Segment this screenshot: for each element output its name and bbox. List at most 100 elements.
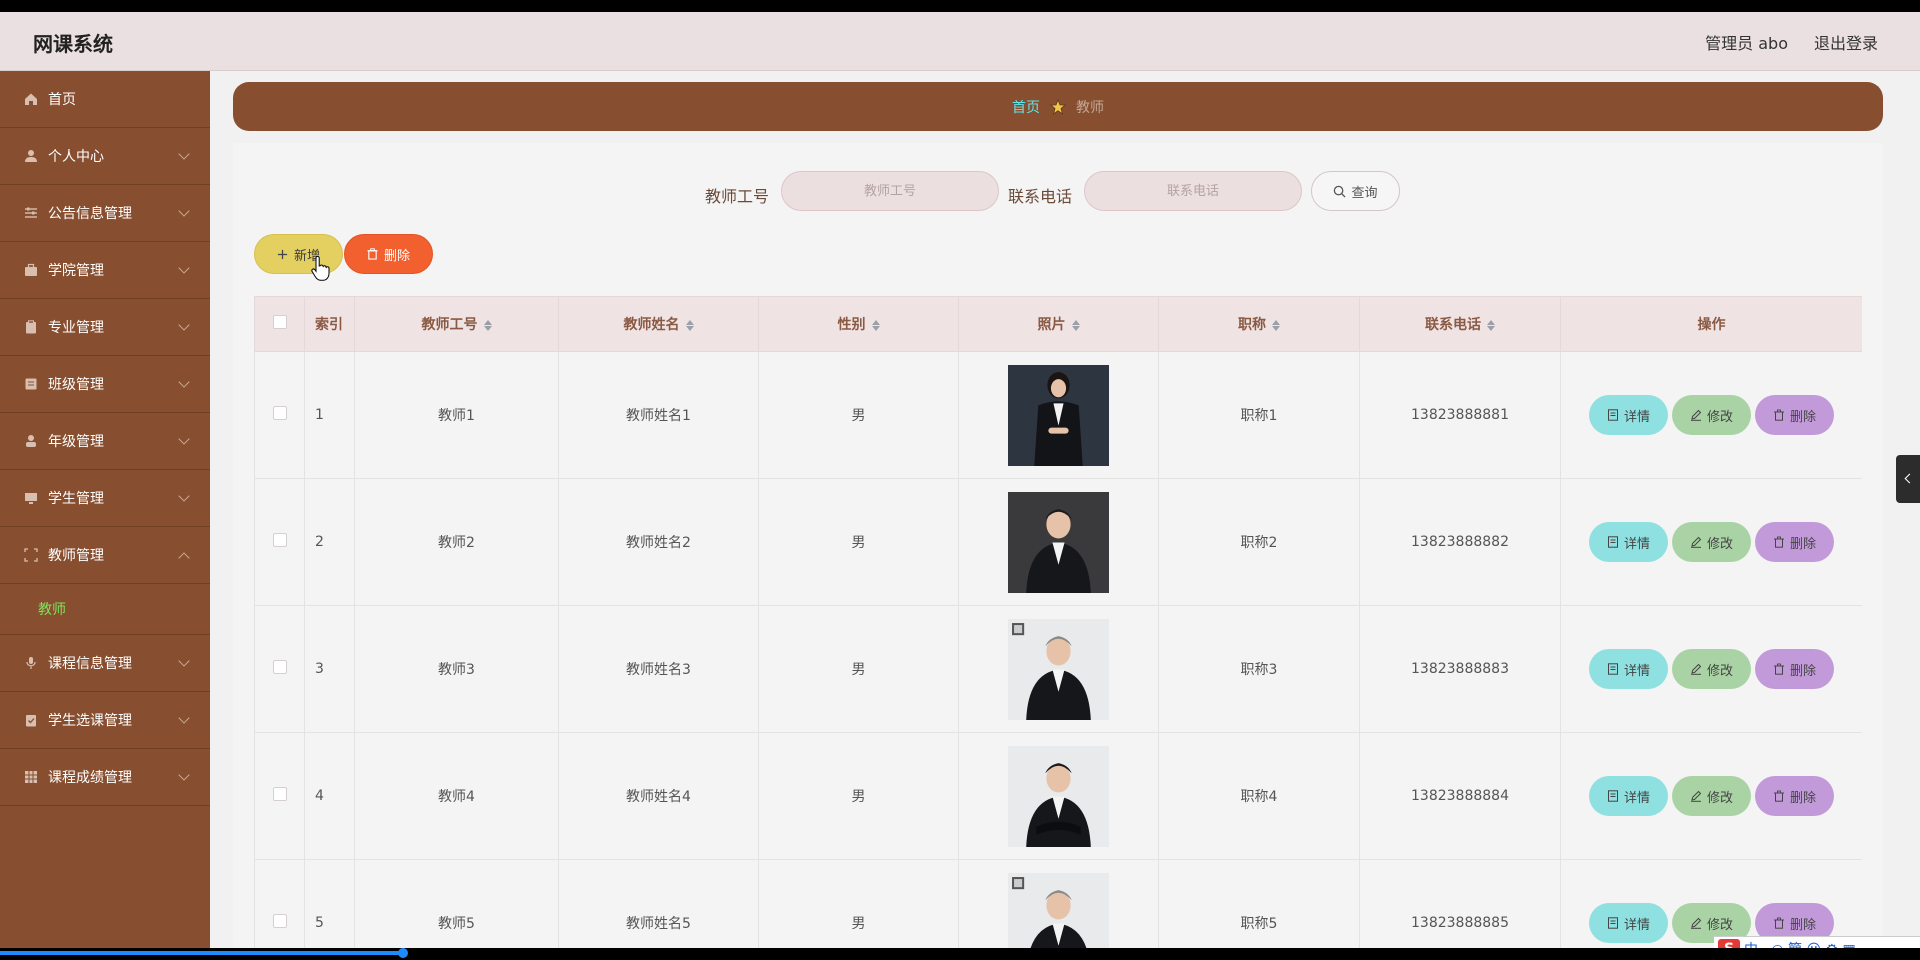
edit-button[interactable]: 修改 [1672,649,1751,689]
sidebar-item[interactable]: 年级管理 [0,413,210,470]
column-header: 操作 [1560,296,1862,352]
detail-button[interactable]: 详情 [1589,395,1668,435]
delete-button[interactable]: 删除 [1755,776,1834,816]
row-checkbox[interactable] [272,787,287,801]
sort-icon[interactable] [1071,319,1080,332]
cell-name: 教师姓名3 [558,605,759,733]
chevron-down-icon [178,319,190,331]
cell-teacher-id: 教师5 [354,859,559,948]
detail-button[interactable]: 详情 [1589,522,1668,562]
column-header[interactable]: 联系电话 [1359,296,1561,352]
chevron-down-icon [178,376,190,388]
briefcase-icon [24,263,38,277]
cell-title: 职称3 [1158,605,1360,733]
row-select-cell [254,605,305,733]
list-icon [24,377,38,391]
column-header: 索引 [304,296,355,352]
delete-button[interactable]: 删除 [1755,522,1834,562]
cell-gender: 男 [758,605,959,733]
teacher-id-input[interactable] [781,171,999,211]
user-icon [24,149,38,163]
sidebar-item[interactable]: 班级管理 [0,356,210,413]
teacher-id-label: 教师工号 [705,187,770,206]
edit-button[interactable]: 修改 [1672,776,1751,816]
clipboard-icon [24,320,38,334]
sidebar-item[interactable]: 学生管理 [0,470,210,527]
cell-phone: 13823888882 [1359,478,1561,606]
sidebar-item[interactable]: 学院管理 [0,242,210,299]
trash-icon [1773,536,1784,548]
delete-label: 删除 [1789,790,1816,806]
app-screen: 网课系统 管理员 abo 退出登录 首页个人中心 公告信息管理 学院管理 专业管理 班级… [0,12,1920,948]
phone-input[interactable] [1084,171,1302,211]
sidebar-item[interactable]: 首页 [0,71,210,128]
detail-button[interactable]: 详情 [1589,776,1668,816]
detail-button[interactable]: 详情 [1589,649,1668,689]
cell-title: 职称1 [1158,351,1360,479]
column-header[interactable]: 性别 [758,296,959,352]
row-checkbox[interactable] [272,660,287,674]
table-header-row: 索引 教师工号 教师姓名 性别 照片 职称 联系电话 操作 [254,296,1862,352]
video-progress-knob[interactable] [398,948,409,958]
column-header[interactable]: 职称 [1158,296,1360,352]
column-header[interactable]: 教师姓名 [558,296,759,352]
document-icon [1607,663,1618,675]
table-row: 1 教师1 教师姓名1 男 职称1 13823888881 详情 修改 删除 [254,351,1862,479]
plus-icon [277,249,288,259]
cell-title: 职称4 [1158,732,1360,860]
batch-delete-label: 删除 [383,248,410,264]
collapse-drawer-tab[interactable] [1896,455,1920,503]
sidebar-item-label: 首页 [48,92,76,108]
column-index-label: 索引 [315,317,343,333]
document-icon [1607,409,1618,421]
table-row: 5 教师5 教师姓名5 男 职称5 13823888885 详情 修改 删除 [254,859,1862,948]
detail-label: 详情 [1623,790,1650,806]
breadcrumb-home[interactable]: 首页 [1012,97,1040,117]
column-header[interactable]: 教师工号 [354,296,559,352]
search-button[interactable]: 查询 [1311,171,1400,211]
cell-title: 职称2 [1158,478,1360,606]
sidebar-subitem[interactable]: 教师 [0,584,210,635]
sort-icon[interactable] [483,319,492,332]
top-header: 网课系统 管理员 abo 退出登录 [0,12,1920,71]
edit-icon [1690,663,1702,675]
row-checkbox[interactable] [272,406,287,420]
sort-icon[interactable] [685,319,694,332]
admin-user-label: 管理员 abo [1705,34,1788,53]
sidebar-item-label: 教师管理 [48,548,104,564]
sidebar-item[interactable]: 课程信息管理 [0,635,210,692]
edit-button[interactable]: 修改 [1672,395,1751,435]
sort-icon[interactable] [1272,319,1280,332]
phone-label: 联系电话 [1008,187,1073,206]
document-icon [1607,790,1618,802]
detail-label: 详情 [1623,409,1650,425]
sidebar-item-label: 年级管理 [48,434,104,450]
chevron-down-icon [178,490,190,502]
sort-icon[interactable] [871,319,880,332]
column-header[interactable]: 照片 [958,296,1159,352]
sidebar-item[interactable]: 学生选课管理 [0,692,210,749]
logout-link[interactable]: 退出登录 [1814,30,1878,54]
detail-button[interactable]: 详情 [1589,903,1668,943]
video-progress-bar[interactable] [0,948,1920,960]
cell-photo [958,732,1159,860]
row-checkbox[interactable] [272,914,287,928]
row-select-cell [254,351,305,479]
trash-icon [1773,663,1784,675]
sidebar-item[interactable]: 个人中心 [0,128,210,185]
select-all-checkbox[interactable] [272,315,287,329]
sidebar-item[interactable]: 专业管理 [0,299,210,356]
sidebar-item[interactable]: 课程成绩管理 [0,749,210,806]
search-icon [1334,185,1347,198]
monitor-icon [24,491,38,505]
search-button-label: 查询 [1351,185,1378,201]
sidebar-item[interactable]: 公告信息管理 [0,185,210,242]
sort-icon[interactable] [1487,319,1495,332]
row-checkbox[interactable] [272,533,287,547]
delete-button[interactable]: 删除 [1755,649,1834,689]
batch-delete-button[interactable]: 删除 [344,234,433,274]
delete-button[interactable]: 删除 [1755,395,1834,435]
column-actions-label: 操作 [1697,317,1726,333]
sidebar-item[interactable]: 教师管理 [0,527,210,584]
edit-button[interactable]: 修改 [1672,522,1751,562]
